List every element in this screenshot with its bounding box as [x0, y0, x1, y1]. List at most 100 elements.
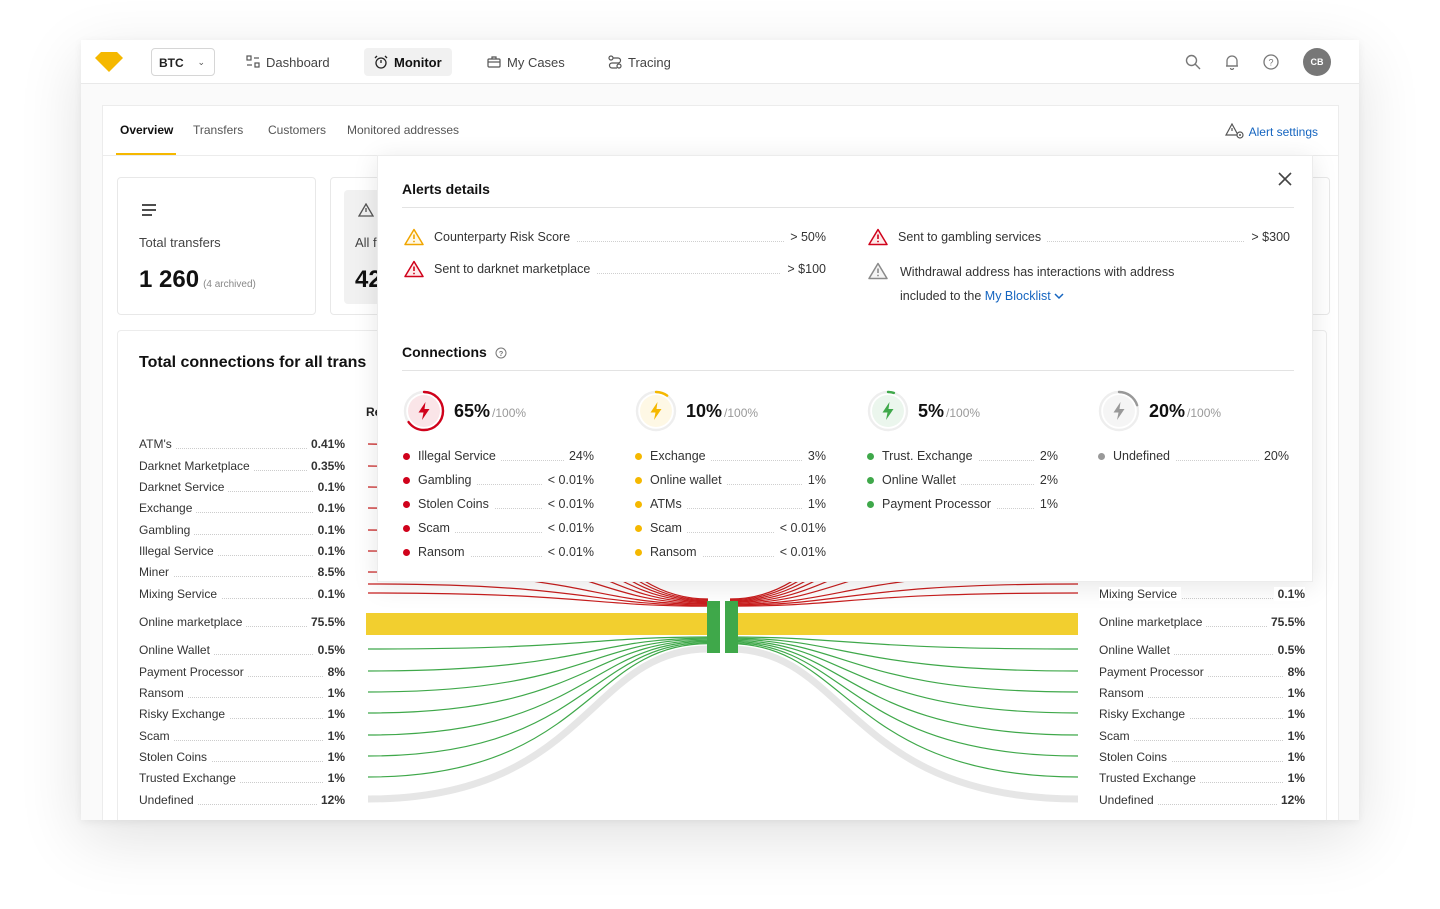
- category-label: Payment Processor: [1099, 665, 1208, 679]
- category-value: 0.1%: [313, 501, 345, 515]
- alert-settings-link[interactable]: Alert settings: [1224, 122, 1318, 139]
- percent-value: 5%: [918, 401, 945, 421]
- left-category-row: Scam 1%: [139, 729, 345, 745]
- alert-darknet: Sent to darknet marketplace > $100: [402, 260, 826, 278]
- nav-dashboard[interactable]: Dashboard: [236, 48, 340, 76]
- blocklist-prefix: included to the: [900, 289, 985, 303]
- status-dot: [403, 453, 410, 460]
- left-category-row: Ransom 1%: [139, 686, 345, 702]
- category-value: 75.5%: [1266, 615, 1305, 629]
- alarm-icon: [374, 55, 388, 69]
- connection-item: Scam < 0.01%: [634, 521, 826, 537]
- briefcase-icon: [487, 56, 501, 68]
- category-value: 0.5%: [313, 643, 345, 657]
- total-transfers-number: 1 260: [139, 266, 200, 293]
- category-value: 1%: [323, 750, 345, 764]
- category-label: Darknet Service: [139, 480, 229, 494]
- connection-label: Illegal Service: [418, 449, 501, 463]
- right-category-row: Payment Processor 8%: [1099, 665, 1305, 681]
- logo-icon[interactable]: [95, 52, 123, 72]
- connection-value: 1%: [802, 473, 826, 487]
- status-dot: [403, 525, 410, 532]
- percent-total: /100%: [1187, 406, 1222, 420]
- left-category-row: Darknet Service 0.1%: [139, 480, 345, 496]
- right-category-row: Scam 1%: [1099, 729, 1305, 745]
- percent-value: 10%: [686, 401, 723, 421]
- left-category-row: Risky Exchange 1%: [139, 707, 345, 723]
- help-icon[interactable]: ?: [495, 347, 507, 359]
- status-dot: [635, 477, 642, 484]
- close-icon[interactable]: [1276, 170, 1294, 188]
- total-transfers-card: Total transfers 1 260 (4 archived): [117, 177, 316, 315]
- category-value: 0.1%: [313, 544, 345, 558]
- my-blocklist-link[interactable]: My Blocklist: [985, 289, 1064, 303]
- category-label: Exchange: [139, 501, 197, 515]
- nav-monitor-label: Monitor: [394, 55, 442, 70]
- connection-item: Scam < 0.01%: [402, 521, 594, 537]
- connection-percent: 5%/100%: [918, 401, 980, 422]
- status-dot: [635, 525, 642, 532]
- left-category-row: Illegal Service 0.1%: [139, 544, 345, 560]
- center-node-left: [707, 601, 720, 653]
- status-dot: [403, 501, 410, 508]
- chevron-down-icon: ⌄: [197, 57, 205, 67]
- active-tab-indicator: [116, 153, 176, 155]
- svg-text:?: ?: [498, 349, 503, 358]
- tab-customers[interactable]: Customers: [268, 123, 326, 137]
- nav-dashboard-label: Dashboard: [266, 55, 330, 70]
- category-value: 1%: [323, 729, 345, 743]
- warning-icon: [358, 203, 374, 217]
- green-flow-right: [729, 640, 1079, 736]
- connection-item: Payment Processor 1%: [866, 497, 1058, 513]
- nav-monitor[interactable]: Monitor: [364, 48, 452, 76]
- help-icon[interactable]: ?: [1263, 54, 1279, 70]
- nav-tracing[interactable]: Tracing: [598, 48, 681, 76]
- category-label: Undefined: [139, 793, 198, 807]
- connection-label: Trust. Exchange: [882, 449, 978, 463]
- connection-percent: 65%/100%: [454, 401, 526, 422]
- connection-percent: 20%/100%: [1149, 401, 1221, 422]
- svg-text:?: ?: [1268, 58, 1273, 68]
- category-value: 1%: [1283, 686, 1305, 700]
- alert-label: Counterparty Risk Score: [434, 230, 577, 244]
- risk-gauge: [867, 390, 909, 432]
- connection-value: 2%: [1034, 449, 1058, 463]
- category-label: Online Wallet: [139, 643, 214, 657]
- warning-icon: [404, 228, 424, 246]
- connection-value: 20%: [1258, 449, 1289, 463]
- connection-value: < 0.01%: [542, 521, 594, 535]
- tab-monitored-addresses[interactable]: Monitored addresses: [347, 123, 459, 137]
- coin-select[interactable]: BTC ⌄: [151, 48, 215, 76]
- left-category-row: Online Wallet 0.5%: [139, 643, 345, 659]
- category-label: Gambling: [139, 523, 195, 537]
- connection-label: Exchange: [650, 449, 711, 463]
- avatar[interactable]: CB: [1303, 48, 1331, 76]
- risk-gauge: [403, 390, 445, 432]
- center-node-right: [725, 601, 738, 653]
- green-flow-right: [729, 638, 1079, 693]
- connection-label: Undefined: [1113, 449, 1175, 463]
- tab-overview[interactable]: Overview: [120, 123, 173, 137]
- category-label: Online marketplace: [1099, 615, 1207, 629]
- search-icon[interactable]: [1185, 54, 1201, 70]
- category-label: Undefined: [1099, 793, 1158, 807]
- blocklist-line-2: included to the My Blocklist: [900, 284, 1174, 308]
- alert-label: Sent to darknet marketplace: [434, 262, 597, 276]
- nav-my-cases[interactable]: My Cases: [477, 48, 575, 76]
- total-transfers-value: 1 260 (4 archived): [139, 266, 256, 294]
- risk-gauge: [1098, 390, 1140, 432]
- left-category-row: Online marketplace 75.5%: [139, 615, 345, 631]
- status-dot: [635, 453, 642, 460]
- left-category-row: Miner 8.5%: [139, 565, 345, 581]
- connection-value: 24%: [563, 449, 594, 463]
- tab-transfers[interactable]: Transfers: [193, 123, 243, 137]
- category-value: 75.5%: [306, 615, 345, 629]
- bell-icon[interactable]: [1224, 54, 1240, 70]
- alert-gambling: Sent to gambling services > $300: [866, 228, 1290, 246]
- nav-my-cases-label: My Cases: [507, 55, 565, 70]
- percent-total: /100%: [946, 406, 981, 420]
- undefined-flow-right: [729, 645, 1079, 803]
- right-category-row: Undefined 12%: [1099, 793, 1305, 809]
- connection-value: < 0.01%: [774, 521, 826, 535]
- category-label: Darknet Marketplace: [139, 459, 254, 473]
